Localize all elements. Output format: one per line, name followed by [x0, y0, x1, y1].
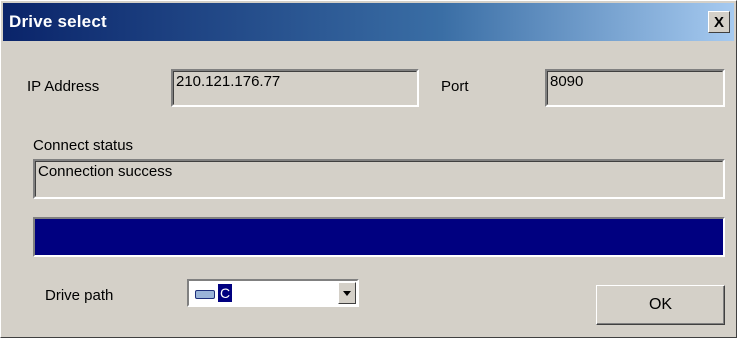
ip-address-field[interactable]: 210.121.176.77 [171, 69, 419, 107]
close-icon: X [713, 13, 724, 31]
drive-path-label: Drive path [45, 287, 114, 304]
port-label: Port [441, 78, 469, 95]
ip-address-label: IP Address [27, 78, 100, 95]
window-title: Drive select [9, 12, 107, 31]
drive-icon [195, 290, 215, 299]
close-button[interactable]: X [708, 11, 730, 33]
chevron-down-icon[interactable] [338, 282, 356, 304]
ok-button[interactable]: OK [596, 285, 725, 325]
drive-path-select[interactable]: C [187, 279, 359, 307]
connection-progress-bar [33, 217, 725, 257]
title-bar[interactable]: Drive select X [3, 3, 734, 41]
connect-status-field: Connection success [33, 159, 725, 199]
progress-fill [35, 219, 723, 255]
connect-status-label: Connect status [33, 137, 134, 154]
port-field[interactable]: 8090 [545, 69, 725, 107]
drive-select-dialog: Drive select X IP Address 210.121.176.77… [0, 0, 737, 338]
selected-drive-letter: C [218, 284, 232, 302]
